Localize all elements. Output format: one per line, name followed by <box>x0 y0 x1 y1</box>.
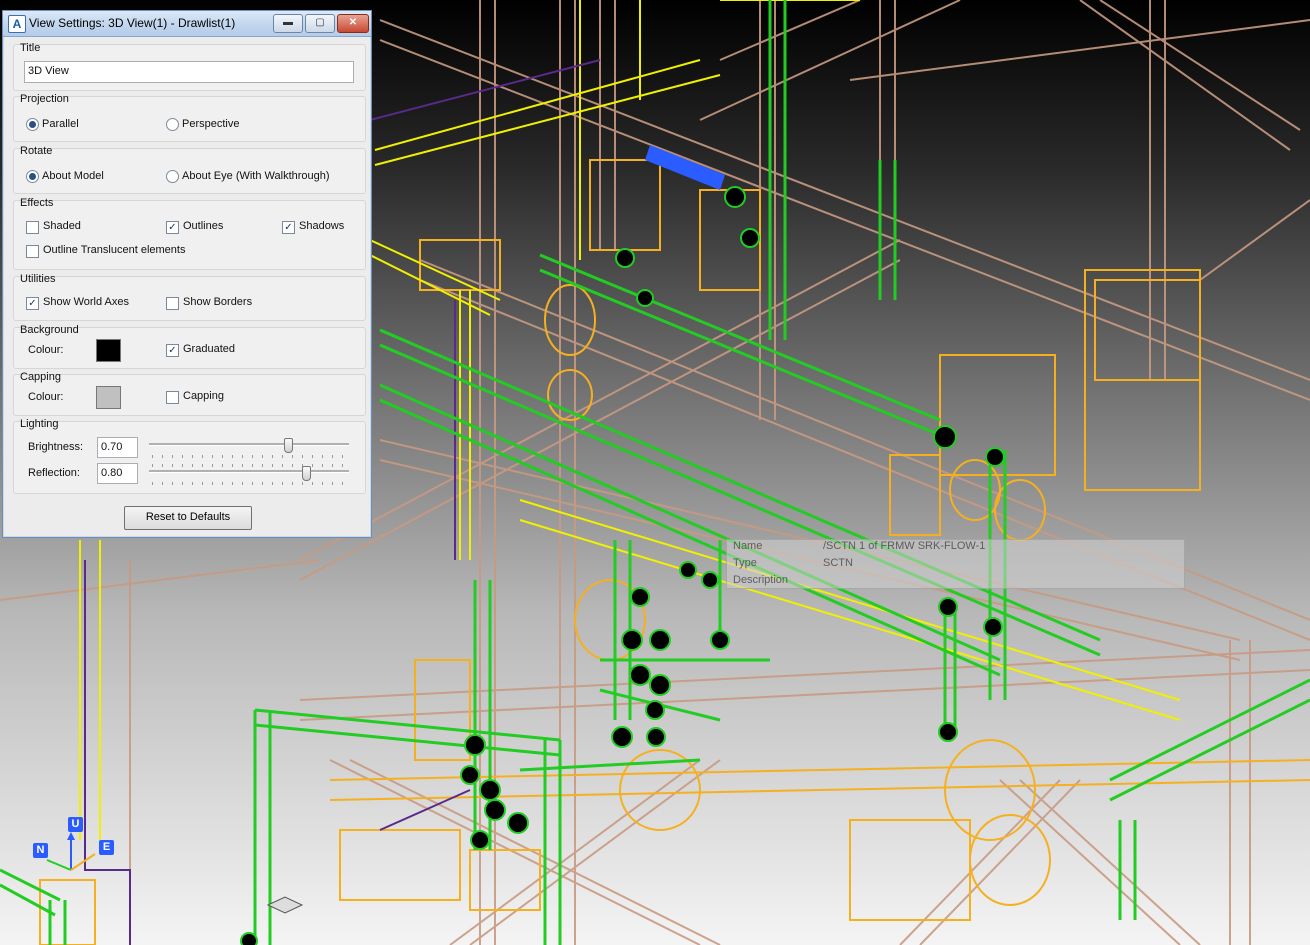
about-eye-radio[interactable] <box>166 170 179 183</box>
minimize-button[interactable]: ▬ <box>273 14 303 33</box>
reflection-label: Reflection: <box>28 467 80 479</box>
view-settings-dialog: A View Settings: 3D View(1) - Drawlist(1… <box>2 10 372 538</box>
title-group-label: Title <box>20 42 41 54</box>
dialog-titlebar[interactable]: A View Settings: 3D View(1) - Drawlist(1… <box>3 11 371 37</box>
reset-to-defaults-button[interactable]: Reset to Defaults <box>124 506 252 530</box>
tooltip-name-label: Name <box>733 540 763 552</box>
shadows-label[interactable]: Shadows <box>299 220 344 232</box>
reflection-slider-ticks <box>152 464 348 467</box>
capping-colour-swatch[interactable] <box>96 386 121 409</box>
brightness-slider-ticks <box>152 455 348 458</box>
close-button[interactable]: ✕ <box>337 14 369 33</box>
effects-group-label: Effects <box>20 197 54 209</box>
tooltip-name-value: /SCTN 1 of FRMW SRK-FLOW-1 <box>823 540 986 552</box>
background-colour-label: Colour: <box>28 344 64 356</box>
outline-translucent-checkbox[interactable] <box>26 245 39 258</box>
reflection-input[interactable]: 0.80 <box>97 463 138 484</box>
reflection-slider-thumb[interactable] <box>302 466 311 481</box>
axis-north-label: N <box>33 843 48 858</box>
shaded-label[interactable]: Shaded <box>43 220 81 232</box>
about-eye-label[interactable]: About Eye (With Walkthrough) <box>182 170 330 182</box>
lighting-group-label: Lighting <box>20 418 59 430</box>
marker-icon <box>266 896 304 914</box>
background-colour-swatch[interactable] <box>96 339 121 362</box>
effects-group <box>13 200 366 270</box>
element-tooltip: Name /SCTN 1 of FRMW SRK-FLOW-1 Type SCT… <box>726 539 1185 589</box>
axis-east-label: E <box>99 840 114 855</box>
parallel-label[interactable]: Parallel <box>42 118 79 130</box>
tooltip-description-label: Description <box>733 574 789 586</box>
blue-element <box>645 145 725 190</box>
capping-checkbox[interactable] <box>166 391 179 404</box>
tooltip-type-value: SCTN <box>823 557 853 569</box>
tooltip-type-label: Type <box>733 557 757 569</box>
title-input[interactable]: 3D View <box>24 61 354 83</box>
dialog-title: View Settings: 3D View(1) - Drawlist(1) <box>29 16 236 30</box>
brightness-slider-thumb[interactable] <box>284 438 293 453</box>
utilities-group-label: Utilities <box>20 273 56 285</box>
shadows-checkbox[interactable]: ✓ <box>282 221 295 234</box>
about-model-label[interactable]: About Model <box>42 170 104 182</box>
rotate-group-label: Rotate <box>20 145 53 157</box>
brightness-slider-track[interactable] <box>149 443 349 446</box>
show-world-axes-checkbox[interactable]: ✓ <box>26 297 39 310</box>
projection-group-label: Projection <box>20 93 69 105</box>
axis-up-label: U <box>68 817 83 832</box>
outlines-checkbox[interactable]: ✓ <box>166 221 179 234</box>
shaded-checkbox[interactable] <box>26 221 39 234</box>
outlines-label[interactable]: Outlines <box>183 220 223 232</box>
reflection-slider-track[interactable] <box>149 470 349 473</box>
show-world-axes-label[interactable]: Show World Axes <box>43 296 129 308</box>
capping-label[interactable]: Capping <box>183 390 224 402</box>
show-borders-label[interactable]: Show Borders <box>183 296 252 308</box>
reflection-slider-ticks-bottom <box>152 482 348 485</box>
parallel-radio[interactable] <box>26 118 39 131</box>
graduated-checkbox[interactable]: ✓ <box>166 344 179 357</box>
perspective-label[interactable]: Perspective <box>182 118 239 130</box>
perspective-radio[interactable] <box>166 118 179 131</box>
maximize-button[interactable]: ▢ <box>305 14 335 33</box>
brightness-label: Brightness: <box>28 441 84 453</box>
background-group-label: Background <box>20 324 79 336</box>
capping-colour-label: Colour: <box>28 391 64 403</box>
graduated-label[interactable]: Graduated <box>183 343 235 355</box>
capping-group-label: Capping <box>20 371 61 383</box>
about-model-radio[interactable] <box>26 170 39 183</box>
show-borders-checkbox[interactable] <box>166 297 179 310</box>
brightness-input[interactable]: 0.70 <box>97 437 138 458</box>
app-logo-icon: A <box>8 15 26 33</box>
outline-translucent-label[interactable]: Outline Translucent elements <box>43 244 185 256</box>
